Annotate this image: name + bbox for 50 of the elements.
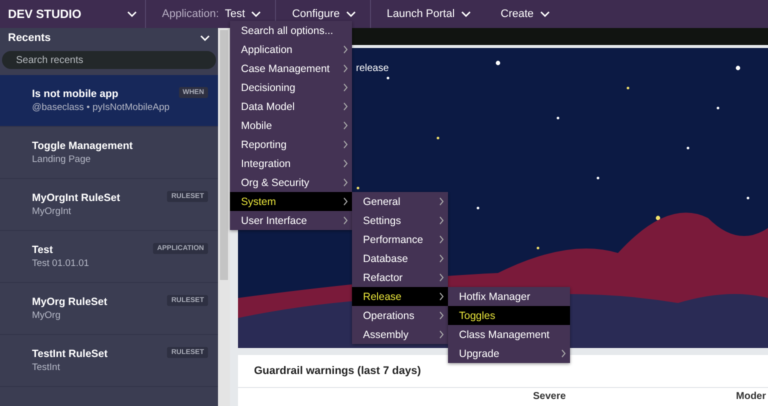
item-subtitle: TestInt <box>32 362 61 373</box>
column-header: Moder <box>736 391 766 402</box>
nav-menu[interactable]: Launch Portal <box>370 0 485 28</box>
chevron-down-icon <box>460 11 471 17</box>
scrollbar[interactable] <box>218 28 230 406</box>
chevron-down-icon <box>251 11 262 17</box>
item-subtitle: @baseclass • pyIsNotMobileApp <box>32 102 170 113</box>
menu-item[interactable]: Decisioning <box>230 78 352 97</box>
menu-item[interactable]: Upgrade <box>448 344 570 363</box>
brand-title: DEV STUDIO <box>8 7 82 21</box>
nav-menu[interactable]: Create <box>484 0 564 28</box>
item-subtitle: MyOrg <box>32 310 62 321</box>
search-field[interactable]: Search recents <box>2 51 216 69</box>
menu-item[interactable]: Integration <box>230 154 352 173</box>
menu-item[interactable]: Database <box>352 249 448 268</box>
menu-item[interactable]: Mobile <box>230 116 352 135</box>
item-title: MyOrgInt RuleSet <box>32 192 120 204</box>
item-title: TestInt RuleSet <box>32 348 108 360</box>
menu-item[interactable]: Data Model <box>230 97 352 116</box>
chevron-down-icon <box>200 35 210 41</box>
column-header: Severe <box>533 391 566 402</box>
chevron-down-icon <box>540 11 550 17</box>
menu-item[interactable]: Performance <box>352 230 448 249</box>
menu-item[interactable]: Release <box>352 287 448 306</box>
menu-item[interactable]: System <box>230 192 352 211</box>
menu-item[interactable]: Hotfix Manager <box>448 287 570 306</box>
menu-item[interactable]: Toggles <box>448 306 570 325</box>
menu-item[interactable]: Application <box>230 40 352 59</box>
item-title: Test <box>32 244 54 256</box>
menu-item[interactable]: Reporting <box>230 135 352 154</box>
menu-item[interactable]: Assembly <box>352 325 448 344</box>
item-subtitle: Test 01.01.01 <box>32 258 90 269</box>
recents-title: Recents <box>8 32 51 44</box>
menu-item[interactable]: Operations <box>352 306 448 325</box>
menu-item[interactable]: Case Management <box>230 59 352 78</box>
menu-item[interactable]: Org & Security <box>230 173 352 192</box>
menu-item[interactable]: User Interface <box>230 211 352 230</box>
menu-item[interactable]: General <box>352 192 448 211</box>
chevron-down-icon <box>346 11 356 17</box>
item-subtitle: Landing Page <box>32 154 92 165</box>
menu-item[interactable]: Class Management <box>448 325 570 344</box>
item-title: MyOrg RuleSet <box>32 296 108 308</box>
item-title: Is not mobile app <box>32 88 120 100</box>
chevron-down-icon <box>127 11 137 17</box>
item-title: Toggle Management <box>32 140 133 152</box>
menu-item[interactable]: Refactor <box>352 268 448 287</box>
card-title: Guardrail warnings (last 7 days) <box>254 365 421 377</box>
item-subtitle: MyOrgInt <box>32 206 72 217</box>
menu-item[interactable]: Settings <box>352 211 448 230</box>
banner-text: release <box>356 63 389 74</box>
